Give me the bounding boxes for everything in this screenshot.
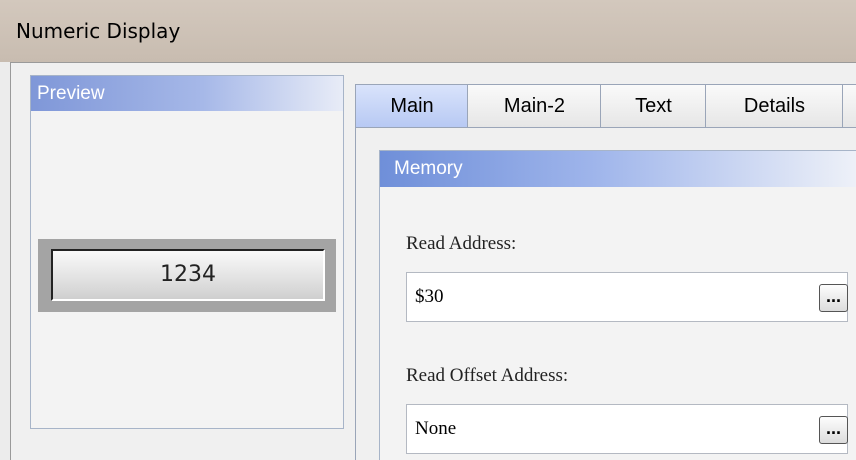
read-offset-browse-button[interactable]: ... [819,416,848,444]
read-offset-address-value[interactable]: None [415,405,456,453]
title-bar: Numeric Display [0,0,856,62]
window-title: Numeric Display [16,19,181,43]
memory-header: Memory [380,151,856,187]
read-offset-address-field[interactable]: None ... [406,404,848,454]
read-offset-address-label: Read Offset Address: [406,365,569,386]
preview-panel: Preview 1234 [30,75,344,429]
tab-main-2[interactable]: Main-2 [467,84,602,127]
tab-text[interactable]: Text [600,84,707,127]
tab-details[interactable]: Details [705,84,844,127]
read-address-browse-button[interactable]: ... [819,284,848,312]
tab-strip: Main Main-2 Text Details [355,84,856,129]
read-address-label: Read Address: [406,233,517,254]
read-address-field[interactable]: $30 ... [406,272,848,322]
numeric-display-value: 1234 [51,249,325,301]
tab-overflow[interactable] [842,84,856,127]
read-address-value[interactable]: $30 [415,273,444,321]
numeric-display-frame: 1234 [38,239,336,312]
tab-main[interactable]: Main [355,84,469,129]
preview-header: Preview [31,76,343,111]
